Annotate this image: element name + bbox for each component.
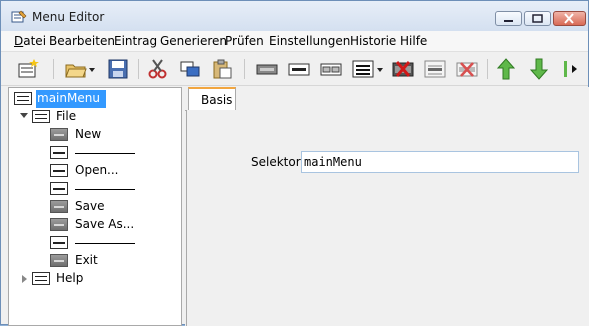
menu-dropdown-icon[interactable] [352, 58, 374, 80]
close-button[interactable] [553, 11, 586, 26]
separator-line [75, 153, 135, 154]
tree-item-separator[interactable] [9, 234, 179, 252]
group-item-icon[interactable] [320, 58, 342, 80]
tab-strip: Basis [185, 87, 589, 111]
menu-datei[interactable]: Datei [14, 34, 46, 48]
open-folder-icon[interactable] [65, 58, 87, 80]
selector-input[interactable]: mainMenu [301, 151, 579, 173]
menu-item-icon [50, 200, 68, 213]
move-down-icon[interactable] [528, 58, 550, 80]
chevron-down-icon[interactable] [87, 58, 97, 80]
window-title: Menu Editor [32, 10, 105, 24]
selector-value: mainMenu [304, 155, 362, 169]
menu-historie[interactable]: Historie [350, 34, 396, 48]
separator-icon [50, 182, 68, 195]
separator-line [75, 189, 135, 190]
tree-item-file[interactable]: File [9, 108, 179, 126]
chevron-down-icon[interactable] [375, 58, 385, 80]
tab-basis[interactable]: Basis [188, 87, 236, 111]
toolbar-separator [53, 59, 54, 79]
tree-item-separator[interactable] [9, 144, 179, 162]
copy-icon[interactable] [179, 58, 201, 80]
paste-icon[interactable] [211, 58, 233, 80]
tree-item-open[interactable]: Open... [9, 162, 179, 180]
title-bar: Menu Editor [1, 1, 588, 32]
remove-item-icon[interactable] [456, 58, 478, 80]
menu-icon [32, 272, 50, 285]
separator-icon [50, 164, 68, 177]
tree-item-save-as[interactable]: Save As... [9, 216, 179, 234]
tab-label: Basis [201, 93, 233, 107]
tree-item-exit[interactable]: Exit [9, 252, 179, 270]
tree-item-new[interactable]: New [9, 126, 179, 144]
move-up-icon[interactable] [495, 58, 517, 80]
tree-item-help[interactable]: Help [9, 270, 179, 288]
tree-item-save[interactable]: Save [9, 198, 179, 216]
toolbar [1, 52, 588, 86]
menu-editor-window: Menu Editor Datei Bearbeiten Eintrag Gen… [0, 0, 589, 326]
menu-einstellungen[interactable]: Einstellungen [269, 34, 350, 48]
tree-item-label: Help [56, 271, 84, 285]
menu-item-icon[interactable] [256, 58, 278, 80]
menu-icon [14, 92, 32, 105]
menu-hilfe[interactable]: Hilfe [400, 34, 427, 48]
move-item-icon[interactable] [424, 58, 446, 80]
maximize-button[interactable] [524, 11, 551, 26]
menu-tree[interactable]: mainMenu File New Open... Save Save As..… [8, 87, 182, 326]
tree-item-label: Save [75, 199, 105, 213]
save-icon[interactable] [107, 58, 129, 80]
menu-bar: Datei Bearbeiten Eintrag Generieren Prüf… [1, 31, 588, 52]
toolbar-separator [487, 59, 488, 79]
expand-arrow-icon[interactable] [22, 275, 27, 283]
cut-icon[interactable] [147, 58, 169, 80]
menu-bearbeiten[interactable]: Bearbeiten [49, 34, 115, 48]
separator-icon [50, 236, 68, 249]
details-panel: Basis Selektor: mainMenu [185, 87, 589, 326]
tree-root-label: mainMenu [37, 91, 100, 105]
expand-arrow-icon[interactable] [20, 113, 28, 118]
selector-label: Selektor: [251, 155, 305, 169]
tree-item-label: Save As... [75, 217, 135, 231]
tree-item-label: File [56, 109, 77, 123]
tree-item-label: New [75, 127, 102, 141]
app-icon [11, 10, 27, 23]
tree-item-separator[interactable] [9, 180, 179, 198]
more-icon[interactable] [561, 58, 581, 80]
separator-icon[interactable] [288, 58, 310, 80]
toolbar-separator [244, 59, 245, 79]
menu-item-icon [50, 254, 68, 267]
delete-item-icon[interactable] [392, 58, 414, 80]
menu-pruefen[interactable]: Prüfen [225, 34, 264, 48]
menu-item-icon [50, 128, 68, 141]
menu-icon [32, 110, 50, 123]
new-menu-icon[interactable] [17, 58, 39, 80]
menu-generieren[interactable]: Generieren [160, 34, 227, 48]
minimize-button[interactable] [495, 11, 522, 26]
tab-content: Selektor: mainMenu [186, 110, 589, 326]
tree-root[interactable]: mainMenu [9, 90, 179, 108]
menu-item-icon [50, 218, 68, 231]
toolbar-separator [138, 59, 139, 79]
separator-line [75, 243, 135, 244]
tree-item-label: Open... [75, 163, 119, 177]
menu-eintrag[interactable]: Eintrag [114, 34, 157, 48]
separator-icon [50, 146, 68, 159]
tree-item-label: Exit [75, 253, 98, 267]
